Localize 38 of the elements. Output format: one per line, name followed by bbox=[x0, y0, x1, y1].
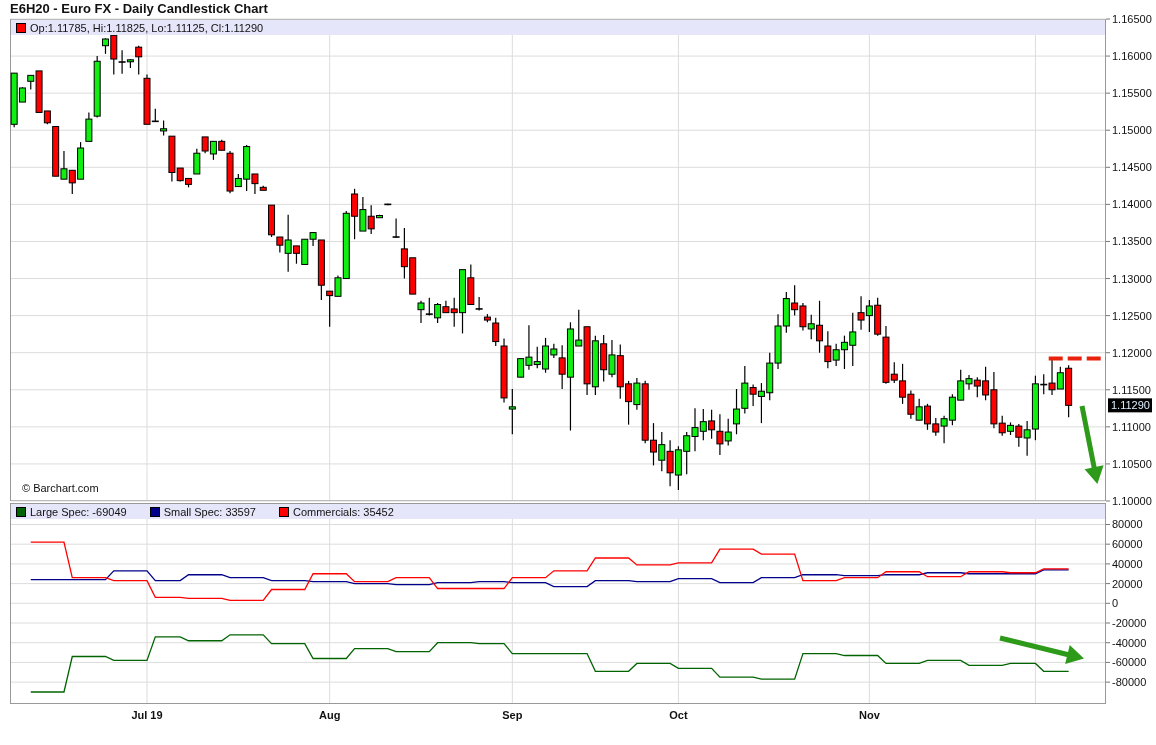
axis-label: 60000 bbox=[1112, 538, 1143, 551]
axis-label: 1.10000 bbox=[1112, 495, 1152, 507]
axis-label: 1.12000 bbox=[1112, 346, 1152, 359]
legend-label: Op:1.11785, Hi:1.11825, Lo:1.11125, Cl:1.11290 bbox=[30, 21, 264, 34]
axis-label: 80000 bbox=[1112, 518, 1143, 531]
legend-label: Small Spec: 33597 bbox=[163, 505, 256, 518]
legend-label: Large Spec: -69049 bbox=[30, 505, 127, 518]
axis-label: 1.13500 bbox=[1112, 235, 1152, 248]
axis-label: 40000 bbox=[1112, 557, 1143, 570]
axis-label: Oct bbox=[669, 709, 688, 721]
axis-label: Nov bbox=[858, 709, 880, 721]
candlestick bbox=[425, 297, 434, 317]
axis-label: 1.12500 bbox=[1112, 309, 1152, 322]
axis-label: 0 bbox=[1112, 597, 1119, 610]
legend-swatch bbox=[16, 22, 26, 33]
chart-title: E6H20 - Euro FX - Daily Candlestick Chart bbox=[9, 0, 268, 18]
axis-label: -20000 bbox=[1112, 617, 1147, 629]
axis-label: 1.16000 bbox=[1112, 50, 1152, 63]
axis-label: 1.15000 bbox=[1112, 124, 1152, 137]
axis-label: 1.14000 bbox=[1112, 198, 1152, 211]
axis-label: -60000 bbox=[1112, 656, 1147, 669]
axis-label: 1.11500 bbox=[1112, 383, 1151, 396]
axis-label: 1.10500 bbox=[1112, 457, 1152, 470]
axis-label: Jul 19 bbox=[131, 709, 163, 721]
axis-label: 1.13000 bbox=[1112, 272, 1152, 285]
axis-label: -40000 bbox=[1112, 636, 1147, 649]
last-price-label: 1.11290 bbox=[1108, 398, 1152, 413]
axis-label: 1.15500 bbox=[1112, 87, 1152, 100]
legend-label: Commercials: 35452 bbox=[293, 505, 394, 518]
axis-label: 20000 bbox=[1112, 577, 1143, 590]
axis-label: Aug bbox=[318, 709, 341, 721]
axis-label: 1.16500 bbox=[1112, 13, 1152, 25]
chart-credit: © Barchart.com bbox=[22, 482, 99, 494]
candlestick bbox=[383, 203, 393, 206]
axis-label: -80000 bbox=[1112, 676, 1147, 689]
axis-label: 1.11000 bbox=[1112, 420, 1151, 433]
axis-label: Sep bbox=[502, 709, 523, 721]
axis-label: 1.14500 bbox=[1112, 161, 1152, 174]
